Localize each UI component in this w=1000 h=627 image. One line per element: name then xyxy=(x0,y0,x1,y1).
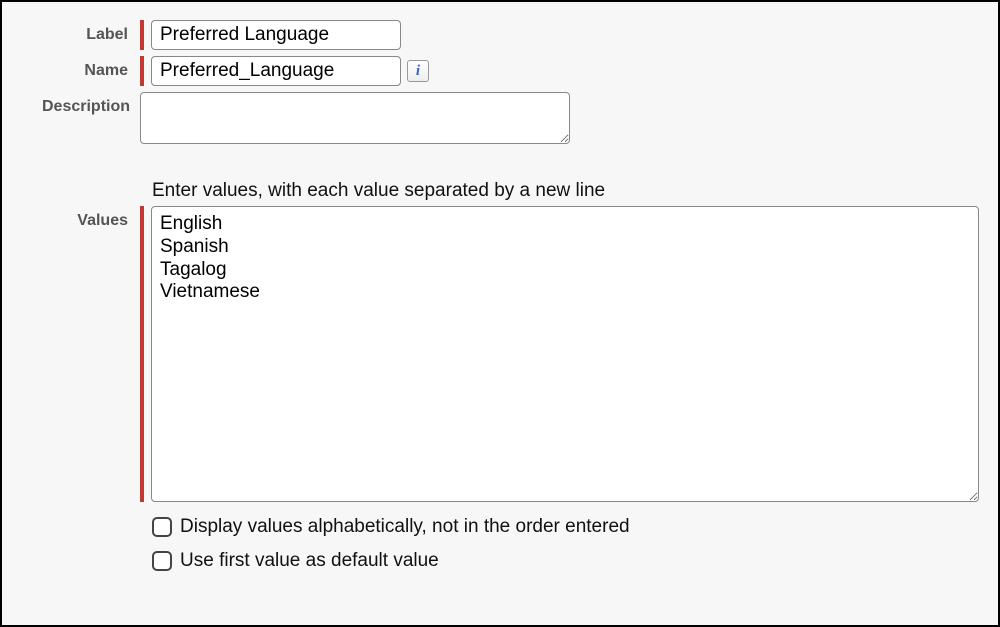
checkbox-alpha[interactable] xyxy=(152,517,172,537)
checkbox-default-row: Use first value as default value xyxy=(152,550,980,572)
required-bar-icon xyxy=(140,20,144,50)
label-input-wrap xyxy=(140,20,401,50)
checkbox-alpha-row: Display values alphabetically, not in th… xyxy=(152,516,980,538)
form-container: Label Name i Description Enter values, w… xyxy=(0,0,1000,627)
info-icon[interactable]: i xyxy=(407,60,429,82)
name-input[interactable] xyxy=(151,56,401,86)
values-section: Enter values, with each value separated … xyxy=(42,180,980,572)
values-input-wrap xyxy=(140,206,979,502)
row-values: Values xyxy=(42,206,980,502)
description-input-wrap xyxy=(140,92,570,144)
row-label: Label xyxy=(42,20,980,50)
checkbox-default[interactable] xyxy=(152,551,172,571)
checkbox-default-label: Use first value as default value xyxy=(180,550,439,572)
row-name: Name i xyxy=(42,56,980,86)
description-textarea[interactable] xyxy=(140,92,570,144)
required-bar-icon xyxy=(140,206,144,502)
row-description: Description xyxy=(42,92,980,144)
description-field-label: Description xyxy=(42,92,140,116)
values-textarea[interactable] xyxy=(151,206,979,502)
name-input-wrap: i xyxy=(140,56,429,86)
values-helper-text: Enter values, with each value separated … xyxy=(152,180,980,202)
name-field-label: Name xyxy=(42,56,140,80)
checkbox-alpha-label: Display values alphabetically, not in th… xyxy=(180,516,630,538)
values-field-label: Values xyxy=(42,206,140,230)
label-field-label: Label xyxy=(42,20,140,44)
required-bar-icon xyxy=(140,56,144,86)
label-input[interactable] xyxy=(151,20,401,50)
